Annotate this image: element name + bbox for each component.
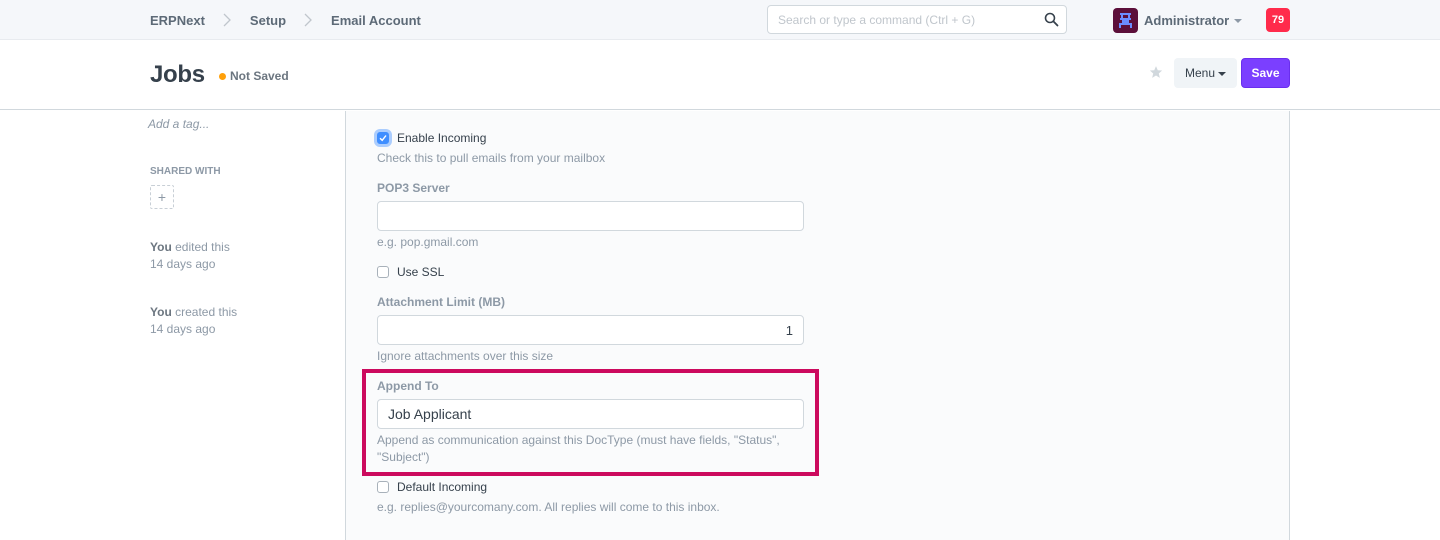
breadcrumb-email-account[interactable]: Email Account [331, 13, 421, 28]
menu-button[interactable]: Menu [1174, 58, 1237, 88]
activity-time: 14 days ago [150, 257, 216, 271]
pop3-server-label: POP3 Server [377, 181, 450, 195]
enable-incoming-checkbox[interactable] [377, 132, 389, 144]
default-incoming-checkbox[interactable] [377, 481, 389, 493]
caret-down-icon [1234, 18, 1243, 23]
attachment-limit-help: Ignore attachments over this size [377, 349, 554, 363]
attachment-limit-input[interactable] [377, 315, 804, 345]
use-ssl-label: Use SSL [397, 265, 445, 279]
default-incoming-help: e.g. replies@yourcomany.com. All replies… [377, 500, 720, 514]
status-dot-icon [219, 72, 226, 80]
notification-badge[interactable]: 79 [1266, 8, 1290, 32]
status-text: Not Saved [230, 69, 289, 83]
plus-icon: + [157, 189, 167, 205]
user-menu[interactable]: Administrator [1113, 7, 1243, 33]
avatar [1113, 7, 1138, 33]
activity-user: You [150, 305, 172, 319]
enable-incoming-help: Check this to pull emails from your mail… [377, 151, 606, 165]
navbar: ERPNext Setup Email Account Search or ty… [0, 0, 1440, 40]
form-body: Enable Incoming Check this to pull email… [345, 111, 1290, 540]
enable-incoming-label: Enable Incoming [397, 131, 487, 145]
status-indicator: Not Saved [219, 69, 289, 83]
breadcrumb-setup[interactable]: Setup [250, 13, 286, 28]
avatar-icon [1119, 12, 1132, 28]
breadcrumb: ERPNext Setup Email Account [150, 0, 421, 40]
menu-button-label: Menu [1184, 66, 1216, 80]
search-icon[interactable] [1044, 12, 1059, 32]
activity-user: You [150, 240, 172, 254]
activity-item: You edited this 14 days ago [150, 239, 230, 273]
pop3-server-input[interactable] [377, 201, 804, 231]
share-add-button[interactable]: + [150, 185, 174, 209]
use-ssl-checkbox[interactable] [377, 266, 389, 278]
default-incoming-field: Default Incoming [377, 480, 487, 494]
chevron-right-icon [296, 13, 320, 27]
activity-action: created this [175, 305, 238, 319]
shared-with-label: SHARED WITH [150, 166, 221, 177]
activity-action: edited this [175, 240, 230, 254]
breadcrumb-erpnext[interactable]: ERPNext [150, 13, 205, 28]
pop3-server-help: e.g. pop.gmail.com [377, 235, 479, 249]
append-to-help: Append as communication against this Doc… [377, 433, 780, 464]
user-name: Administrator [1144, 12, 1230, 28]
star-icon[interactable] [1149, 65, 1163, 84]
search-box [767, 5, 1067, 34]
search-input[interactable] [768, 6, 1038, 33]
append-to-input[interactable] [377, 399, 804, 429]
chevron-right-icon [215, 13, 239, 27]
attachment-limit-label: Attachment Limit (MB) [377, 295, 505, 309]
default-incoming-label: Default Incoming [397, 480, 488, 494]
save-button[interactable]: Save [1241, 58, 1290, 88]
caret-down-icon [1218, 71, 1227, 76]
activity-item: You created this 14 days ago [150, 304, 237, 338]
page-head: Jobs Not Saved Menu Save [0, 41, 1440, 110]
use-ssl-field: Use SSL [377, 265, 444, 279]
add-tag-input[interactable]: Add a tag... [148, 117, 209, 131]
page-title: Jobs [150, 61, 205, 88]
checkmark-icon [379, 135, 387, 142]
append-to-label: Append To [377, 379, 439, 393]
activity-time: 14 days ago [150, 322, 216, 336]
enable-incoming-field: Enable Incoming [377, 131, 486, 145]
